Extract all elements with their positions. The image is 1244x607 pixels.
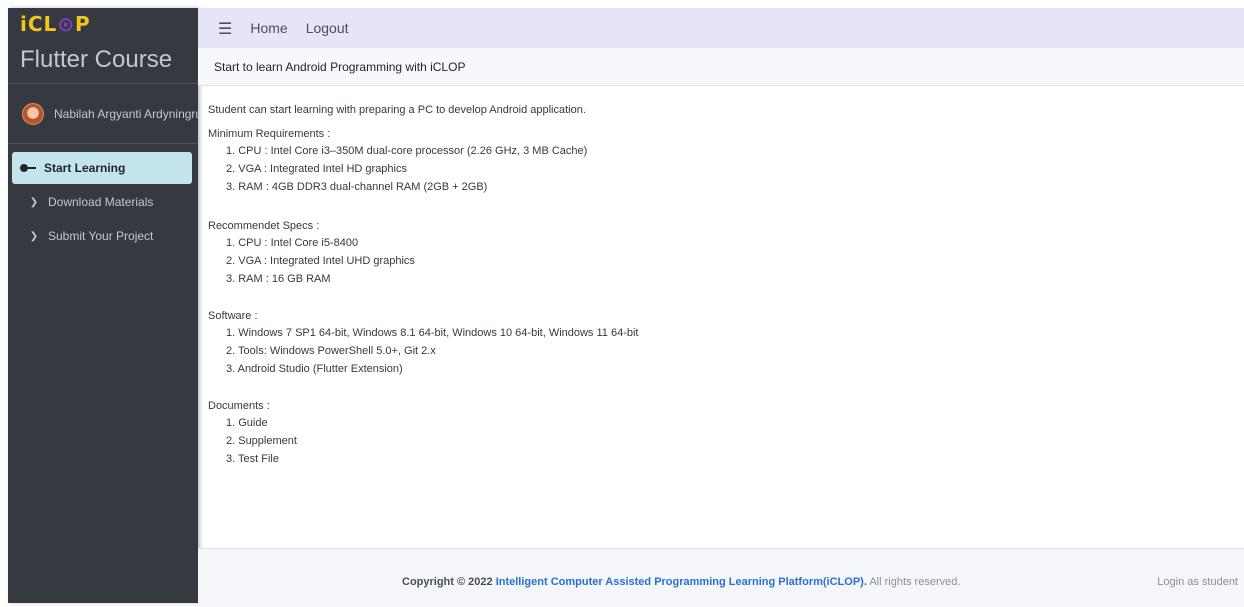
brand[interactable]: iCL⊙P Flutter Course [8,8,198,84]
list-item: 2. Tools: Windows PowerShell 5.0+, Git 2… [226,345,436,357]
section-title: Software : [208,310,258,322]
list-item: 1. Windows 7 SP1 64-bit, Windows 8.1 64-… [226,327,639,339]
list-item: 2. VGA : Integrated Intel UHD graphics [226,255,415,267]
logout-link[interactable]: Logout [306,20,349,36]
sidebar-item-start-learning[interactable]: Start Learning [12,152,192,184]
hamburger-icon[interactable]: ☰ [218,19,232,38]
user-name: Nabilah Argyanti Ardyningrum [54,106,198,121]
section-title: Recommendet Specs : [208,220,320,232]
list-item: 3. RAM : 4GB DDR3 dual-channel RAM (2GB … [226,181,488,193]
section-title: Minimum Requirements : [208,128,331,140]
chevron-right-icon: ❯ [29,230,39,242]
key-icon [20,163,36,173]
sidebar-item-label: Start Learning [44,161,126,175]
page-title: Start to learn Android Programming with … [198,48,1244,86]
sidebar-item-submit-your-project[interactable]: ❯ Submit Your Project [12,220,192,252]
iclop-link[interactable]: Intelligent Computer Assisted Programmin… [496,576,867,588]
main-content: Student can start learning with preparin… [198,86,1244,548]
login-status: Login as student [1157,576,1238,588]
list-item: 3. RAM : 16 GB RAM [226,273,331,285]
list-item: 1. CPU : Intel Core i3–350M dual-core pr… [226,145,588,157]
sidebar-item-download-materials[interactable]: ❯ Download Materials [12,186,192,218]
section-documents: Documents : 1. Guide 2. Supplement 3. Te… [208,400,1244,468]
section-recommended-specs: Recommendet Specs : 1. CPU : Intel Core … [208,220,1244,288]
section-minimum-requirements: Minimum Requirements : 1. CPU : Intel Co… [208,128,1244,196]
intro-text: Student can start learning with preparin… [208,104,586,116]
home-link[interactable]: Home [250,20,287,36]
chevron-right-icon: ❯ [29,196,39,208]
sidebar-nav: Start Learning ❯ Download Materials ❯ Su… [8,144,198,252]
document-link-guide[interactable]: 1. Guide [226,414,1244,432]
brand-text: Flutter Course [20,46,173,73]
document-link-supplement[interactable]: 2. Supplement [226,432,1244,450]
sidebar-item-label: Download Materials [48,195,154,209]
iclop-logo: iCL⊙P [20,12,91,36]
section-title: Documents : [208,400,270,412]
top-navbar: ☰ Home Logout [198,8,1244,48]
list-item: 2. VGA : Integrated Intel HD graphics [226,163,407,175]
list-item: 1. CPU : Intel Core i5-8400 [226,237,359,249]
avatar [22,102,44,125]
footer: Copyright © 2022 Intelligent Computer As… [198,548,1244,607]
section-software: Software : 1. Windows 7 SP1 64-bit, Wind… [208,310,1244,378]
copyright: Copyright © 2022 Intelligent Computer As… [402,576,961,588]
sidebar-item-label: Submit Your Project [48,229,154,243]
document-link-test-file[interactable]: 3. Test File [226,450,1244,468]
sidebar: iCL⊙P Flutter Course Nabilah Argyanti Ar… [8,8,198,603]
user-panel[interactable]: Nabilah Argyanti Ardyningrum [8,84,198,144]
list-item: 3. Android Studio (Flutter Extension) [226,363,403,375]
